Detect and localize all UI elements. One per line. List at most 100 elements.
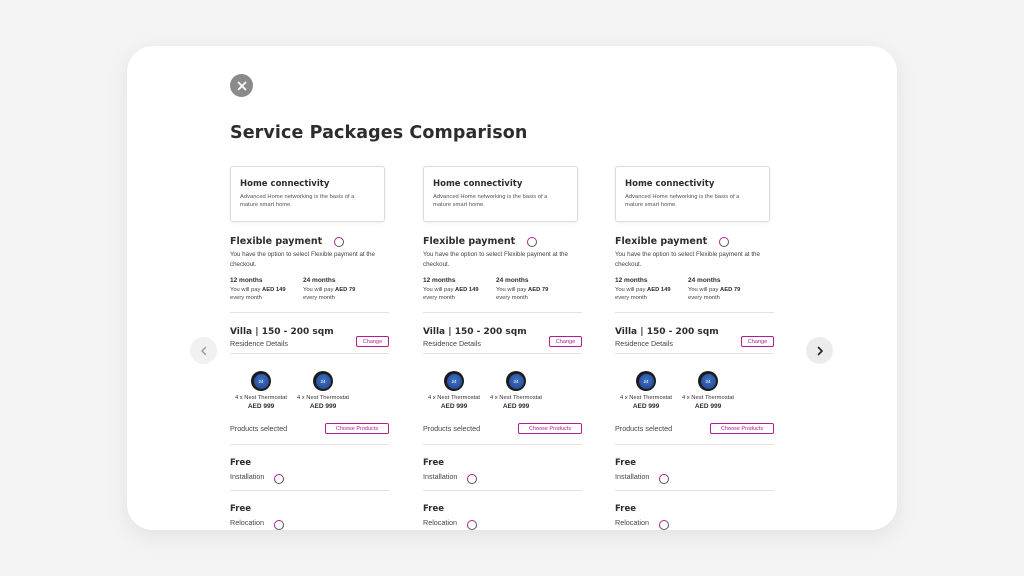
choose-products-button[interactable]: Choose Products: [518, 423, 582, 434]
product-price: AED 999: [632, 403, 660, 410]
payment-terms: 12 months You will pay AED 149 every mont…: [423, 277, 583, 302]
close-icon: [237, 81, 246, 90]
free-sub-row: Installation: [423, 468, 583, 484]
term-price: AED 149: [455, 287, 479, 293]
free-subtitle: Installation: [615, 472, 650, 481]
term-price: AED 79: [335, 287, 356, 293]
nest-thermostat-icon: 24: [251, 371, 271, 391]
free-title: Free: [230, 504, 251, 514]
product-item[interactable]: 24 4 x Nest Thermostat AED 999: [615, 371, 677, 410]
thermostat-display: 24: [700, 373, 716, 389]
products-selected-label: Products selected: [230, 424, 288, 433]
page-title: Service Packages Comparison: [230, 123, 528, 143]
product-item[interactable]: 24 4 x Nest Thermostat AED 999: [423, 371, 485, 410]
product-item[interactable]: 24 4 x Nest Thermostat AED 999: [230, 371, 292, 410]
thermostat-display: 24: [315, 373, 331, 389]
package-column: Home connectivity Advanced Home networki…: [423, 166, 583, 530]
home-connectivity-card[interactable]: Home connectivity Advanced Home networki…: [615, 166, 770, 222]
change-button[interactable]: Change: [549, 336, 582, 347]
change-button[interactable]: Change: [356, 336, 389, 347]
free-installation: Free Installation: [615, 445, 775, 490]
loading-ring-icon: [658, 520, 669, 530]
flexible-payment-header: Flexible payment: [615, 236, 775, 247]
product-name: 4 x Nest Thermostat: [234, 395, 288, 401]
free-sub-row: Relocation: [230, 514, 390, 530]
payment-term: 24 months You will pay AED 79 every month: [688, 277, 761, 302]
free-title: Free: [615, 504, 636, 514]
free-subtitle: Relocation: [230, 518, 264, 527]
chevron-left-icon: [200, 346, 206, 355]
card-title: Home connectivity: [240, 179, 330, 189]
residence-row: Villa | 150 - 200 sqm Residence Details …: [615, 327, 774, 348]
free-sub-row: Relocation: [423, 514, 583, 530]
previous-button[interactable]: [190, 337, 217, 364]
flexible-payment-description: You have the option to select Flexible p…: [423, 251, 568, 268]
product-price: AED 999: [309, 403, 337, 410]
product-item[interactable]: 24 4 x Nest Thermostat AED 999: [485, 371, 547, 410]
products-selected-row: Products selected Choose Products: [230, 423, 389, 434]
free-title: Free: [423, 458, 444, 468]
free-relocation: Free Relocation: [423, 491, 583, 530]
loading-ring-icon: [719, 237, 730, 247]
payment-term: 12 months You will pay AED 149 every mont…: [423, 277, 496, 302]
divider: [423, 353, 582, 354]
residence-subtitle: Residence Details: [230, 339, 288, 348]
nest-thermostat-icon: 24: [444, 371, 464, 391]
product-list: 24 4 x Nest Thermostat AED 999 24 4 x Ne…: [230, 371, 389, 410]
residence-subtitle: Residence Details: [423, 339, 481, 348]
divider: [615, 312, 774, 313]
term-prefix: You will pay: [303, 287, 336, 293]
product-name: 4 x Nest Thermostat: [427, 395, 481, 401]
product-item[interactable]: 24 4 x Nest Thermostat AED 999: [677, 371, 739, 410]
term-label: 24 months: [496, 277, 529, 284]
term-label: 12 months: [615, 277, 648, 284]
flexible-payment-description: You have the option to select Flexible p…: [615, 251, 760, 268]
term-label: 24 months: [303, 277, 336, 284]
product-price: AED 999: [694, 403, 722, 410]
term-suffix: every month: [615, 294, 647, 301]
divider: [615, 353, 774, 354]
residence-row: Villa | 150 - 200 sqm Residence Details …: [230, 327, 389, 348]
thermostat-display: 24: [508, 373, 524, 389]
products-selected-label: Products selected: [615, 424, 673, 433]
term-prefix: You will pay: [615, 287, 648, 293]
term-prefix: You will pay: [230, 287, 263, 293]
products-selected-row: Products selected Choose Products: [423, 423, 582, 434]
term-suffix: every month: [688, 294, 720, 301]
products-selected-row: Products selected Choose Products: [615, 423, 774, 434]
choose-products-button[interactable]: Choose Products: [710, 423, 774, 434]
payment-term: 12 months You will pay AED 149 every mont…: [230, 277, 303, 302]
flexible-payment-title: Flexible payment: [230, 236, 323, 247]
product-name: 4 x Nest Thermostat: [619, 395, 673, 401]
free-title: Free: [615, 458, 636, 468]
package-column: Home connectivity Advanced Home networki…: [230, 166, 390, 530]
term-amount: You will pay AED 79 every month: [688, 287, 761, 302]
flexible-payment-header: Flexible payment: [423, 236, 583, 247]
product-item[interactable]: 24 4 x Nest Thermostat AED 999: [292, 371, 354, 410]
free-title: Free: [230, 458, 251, 468]
home-connectivity-card[interactable]: Home connectivity Advanced Home networki…: [423, 166, 578, 222]
divider: [230, 312, 389, 313]
loading-ring-icon: [334, 237, 345, 247]
choose-products-button[interactable]: Choose Products: [325, 423, 389, 434]
product-name: 4 x Nest Thermostat: [681, 395, 735, 401]
free-sub-row: Relocation: [615, 514, 775, 530]
product-name: 4 x Nest Thermostat: [296, 395, 350, 401]
product-price: AED 999: [440, 403, 468, 410]
product-list: 24 4 x Nest Thermostat AED 999 24 4 x Ne…: [615, 371, 774, 410]
free-subtitle: Relocation: [615, 518, 649, 527]
close-button[interactable]: [230, 74, 253, 97]
term-price: AED 79: [720, 287, 741, 293]
home-connectivity-card[interactable]: Home connectivity Advanced Home networki…: [230, 166, 385, 222]
change-button[interactable]: Change: [741, 336, 774, 347]
next-button[interactable]: [806, 337, 833, 364]
residence-title: Villa | 150 - 200 sqm: [230, 327, 334, 337]
term-price: AED 149: [647, 287, 671, 293]
term-suffix: every month: [496, 294, 528, 301]
card-title: Home connectivity: [625, 179, 715, 189]
thermostat-display: 24: [638, 373, 654, 389]
nest-thermostat-icon: 24: [698, 371, 718, 391]
term-suffix: every month: [303, 294, 335, 301]
card-description: Advanced Home networking is the basis of…: [433, 194, 548, 208]
loading-ring-icon: [659, 474, 670, 484]
